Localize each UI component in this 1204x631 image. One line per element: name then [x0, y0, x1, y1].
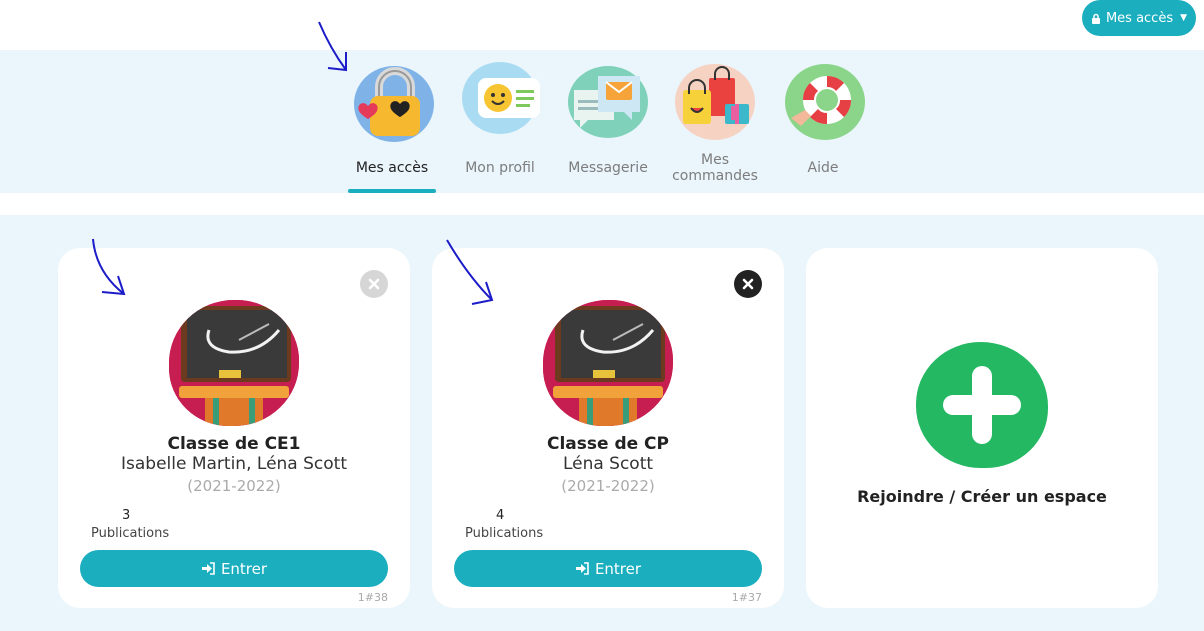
class-title: Classe de CP: [546, 434, 669, 454]
sign-in-icon: [201, 562, 215, 575]
nav-item-mes-acces[interactable]: Mes accès: [346, 60, 438, 176]
publications-count: 4: [496, 508, 505, 523]
sign-in-icon: [575, 562, 589, 575]
join-space-label[interactable]: Rejoindre / Créer un espace: [806, 487, 1158, 506]
enter-button-label: Entrer: [220, 559, 268, 578]
caret-down-icon: ▼: [1180, 13, 1188, 23]
top-bar: Mes accès ▼: [0, 0, 1204, 50]
lifebuoy-icon: [781, 60, 865, 144]
class-year: (2021-2022): [187, 477, 281, 495]
enter-button[interactable]: Entrer: [454, 550, 762, 587]
nav-item-messagerie[interactable]: Messagerie: [562, 60, 654, 176]
nav-item-aide[interactable]: Aide: [777, 60, 869, 176]
class-teachers: Léna Scott: [562, 454, 654, 474]
enter-button-label: Entrer: [594, 559, 642, 578]
annotation-arrow: [446, 239, 494, 305]
nav-item-label: Aide: [807, 160, 839, 176]
remove-class-button[interactable]: [360, 270, 388, 298]
divider-band: [0, 193, 1204, 215]
class-teachers: Isabelle Martin, Léna Scott: [121, 454, 347, 474]
publications-count: 3: [122, 508, 131, 523]
nav-item-label: Mes commandes: [672, 152, 758, 184]
remove-class-button[interactable]: [734, 270, 762, 298]
card-id: 1#38: [357, 591, 388, 604]
shopping-bags-icon: [673, 60, 757, 144]
nav-item-mon-profil[interactable]: Mon profil: [454, 60, 546, 176]
join-space-card[interactable]: Rejoindre / Créer un espace: [806, 248, 1158, 608]
access-menu-label: Mes accès: [1105, 10, 1174, 26]
close-icon: [742, 278, 754, 290]
lock-icon: [1091, 13, 1100, 24]
annotation-arrow: [92, 238, 126, 296]
nav-item-mes-commandes[interactable]: Mes commandes: [669, 60, 761, 184]
class-year: (2021-2022): [561, 477, 655, 495]
enter-button[interactable]: Entrer: [80, 550, 388, 587]
annotation-arrow: [318, 21, 347, 72]
profile-card-icon: [458, 60, 542, 144]
class-title: Classe de CE1: [167, 434, 301, 454]
class-card: Classe de CE1 Isabelle Martin, Léna Scot…: [58, 248, 410, 608]
close-icon: [368, 278, 380, 290]
card-id: 1#37: [731, 591, 762, 604]
publications-label: Publications: [91, 526, 170, 541]
nav-item-label: Mon profil: [465, 160, 535, 176]
classroom-image: [543, 300, 673, 426]
nav-item-label: Mes accès: [355, 160, 429, 176]
padlock-hearts-icon: [350, 60, 434, 144]
nav-item-label: Messagerie: [568, 160, 648, 176]
plus-icon[interactable]: [916, 342, 1048, 468]
envelope-chat-icon: [566, 60, 650, 144]
publications-label: Publications: [465, 526, 544, 541]
access-menu-button[interactable]: Mes accès ▼: [1082, 0, 1196, 36]
classroom-image: [169, 300, 299, 426]
